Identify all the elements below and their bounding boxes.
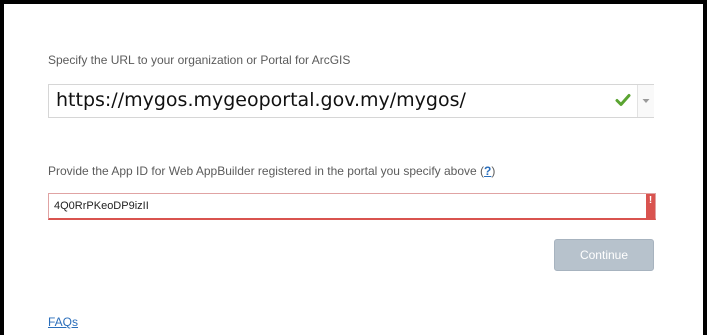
check-icon (615, 92, 631, 108)
continue-button[interactable]: Continue (554, 239, 654, 271)
app-id-field[interactable]: 4Q0RrPKeoDP9izII ! (48, 193, 656, 220)
faq-link[interactable]: FAQs (48, 315, 78, 329)
chevron-down-icon (642, 99, 650, 103)
portal-url-label: Specify the URL to your organization or … (48, 53, 351, 67)
app-id-label-suffix: ) (491, 164, 496, 178)
portal-connection-dialog: Specify the URL to your organization or … (0, 0, 707, 335)
portal-url-dropdown-button[interactable] (637, 85, 654, 117)
app-id-label: Provide the App ID for Web AppBuilder re… (48, 164, 495, 178)
portal-url-value[interactable]: https://mygos.mygeoportal.gov.my/mygos/ (56, 89, 466, 111)
app-id-value[interactable]: 4Q0RrPKeoDP9izII (54, 200, 149, 212)
portal-url-field[interactable]: https://mygos.mygeoportal.gov.my/mygos/ (48, 84, 654, 118)
app-id-label-text: Provide the App ID for Web AppBuilder re… (48, 164, 485, 178)
error-marker-icon: ! (646, 194, 655, 219)
